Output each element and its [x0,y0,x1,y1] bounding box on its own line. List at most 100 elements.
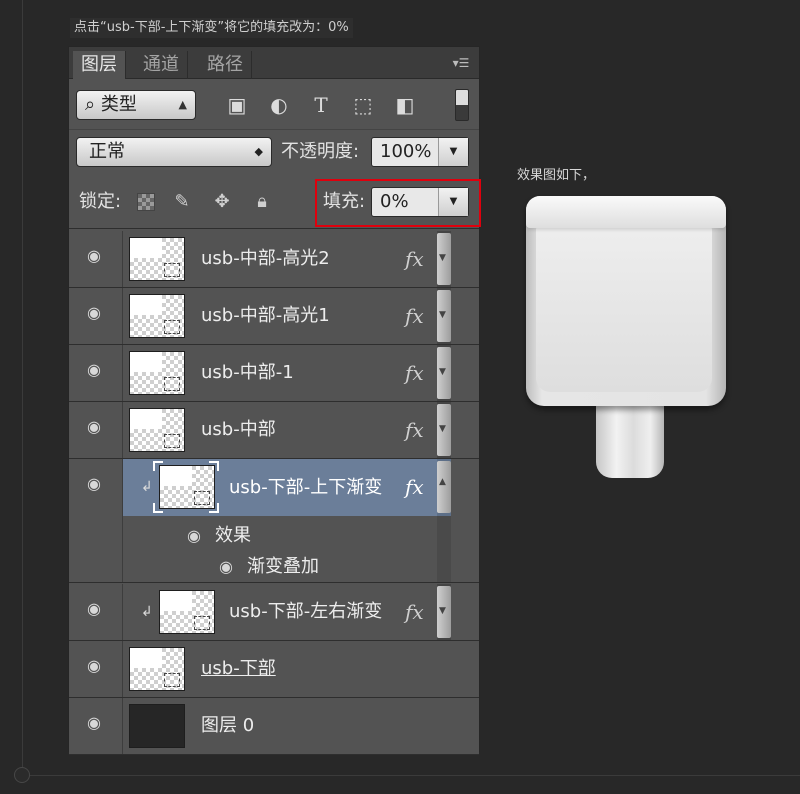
selection-corner [209,503,219,513]
fx-icon[interactable]: fx [405,459,424,516]
selection-corner [209,461,219,471]
layer-row[interactable]: ◉ usb-中部-高光2 fx ▼ [69,231,479,288]
opacity-label: 不透明度: [281,141,360,162]
shape-filter-icon[interactable]: ⬚ [351,92,375,118]
layer-thumbnail [129,294,185,338]
fx-icon[interactable]: fx [405,231,424,287]
layer-row[interactable]: ◉ 图层 0 [69,698,479,755]
eye-icon[interactable]: ◉ [83,362,105,378]
visibility-cell[interactable]: ◉ [69,698,123,754]
lock-transparency-icon[interactable] [137,193,155,211]
opacity-field[interactable]: 100% ▼ [371,137,469,167]
scroll-button[interactable]: ▼ [437,404,451,456]
scroll-button[interactable]: ▼ [437,233,451,285]
image-filter-icon[interactable]: ▣ [225,92,249,118]
tab-layers[interactable]: 图层 [73,51,126,79]
effects-group-row[interactable]: ◉ 效果 [123,519,479,553]
lock-row: 锁定: ✎ ✥ 🔒︎ 填充: 0% ▼ [69,175,481,229]
lock-label: 锁定: [79,191,122,212]
move-lock-icon[interactable]: ✥ [211,191,233,213]
chevron-down-icon: ▼ [439,424,446,434]
layer-name: usb-下部-左右渐变 [229,601,383,622]
eye-icon[interactable]: ◉ [215,559,237,575]
eye-icon[interactable]: ◉ [183,528,205,544]
visibility-cell[interactable]: ◉ [69,288,123,344]
filter-kind-label: 类型 [100,94,137,115]
smart-object-filter-icon[interactable]: ◧ [393,92,417,118]
chevron-down-icon[interactable]: ▼ [438,138,468,166]
layer-filter-row: ⌕ 类型 ▲ ▣ ◐ T ⬚ ◧ [69,80,479,130]
brush-lock-icon[interactable]: ✎ [171,191,193,213]
guide-dot [14,767,30,783]
visibility-cell[interactable]: ◉ [69,584,123,640]
visibility-cell[interactable]: ◉ [69,345,123,401]
eye-icon[interactable]: ◉ [83,601,105,617]
chevron-down-icon: ▼ [439,367,446,377]
eye-icon[interactable]: ◉ [83,476,105,492]
fx-icon[interactable]: fx [405,288,424,344]
blend-mode-select[interactable]: 正常 ◆ [76,137,272,167]
layer-row[interactable]: ◉ ↲ usb-下部-左右渐变 fx ▼ [69,584,479,641]
layer-thumbnail [159,465,215,509]
scroll-button[interactable]: ▼ [437,290,451,342]
effects-label: 效果 [215,525,251,546]
layer-row-selected[interactable]: ◉ ↲ usb-下部-上下渐变 fx ▲ ◉ 效果 ◉ 渐变叠加 [69,459,479,583]
chevron-updown-icon: ▲ [178,98,187,111]
eye-icon[interactable]: ◉ [83,248,105,264]
layer-thumbnail [129,351,185,395]
layer-name: usb-中部-高光2 [201,248,330,269]
tab-channels[interactable]: 通道 [135,51,188,79]
fx-icon[interactable]: fx [405,345,424,401]
layers-panel: 图层 通道 路径 ▾☰ ⌕ 类型 ▲ ▣ ◐ T ⬚ ◧ 正常 ◆ 不透明度: … [68,46,481,755]
layer-row[interactable]: ◉ usb-中部-1 fx ▼ [69,345,479,402]
blend-row: 正常 ◆ 不透明度: 100% ▼ [69,131,479,175]
layer-thumbnail [129,408,185,452]
layer-thumbnail [129,704,185,748]
layer-name: usb-中部 [201,419,276,440]
layer-row[interactable]: ◉ usb-中部 fx ▼ [69,402,479,459]
lock-all-icon[interactable]: 🔒︎ [251,191,273,213]
search-icon: ⌕ [85,94,96,115]
usb-top [526,196,726,228]
layer-row[interactable]: ◉ usb-下部 [69,641,479,698]
eye-icon[interactable]: ◉ [83,715,105,731]
usb-illustration [524,194,728,484]
layers-list: ◉ usb-中部-高光2 fx ▼ ◉ usb-中部-高光1 fx ▼ ◉ us… [69,231,479,755]
clipping-arrow-icon: ↲ [141,479,153,495]
visibility-cell[interactable]: ◉ [69,231,123,287]
chevron-updown-icon: ◆ [254,145,263,158]
guide-line-horizontal [22,775,800,776]
type-filter-icon[interactable]: T [309,92,333,118]
eye-icon[interactable]: ◉ [83,419,105,435]
instruction-caption: 点击“usb-下部-上下渐变”将它的填充改为：0% [70,18,353,38]
filter-toggle-switch[interactable] [455,89,469,121]
adjustment-filter-icon[interactable]: ◐ [267,92,291,118]
layer-row[interactable]: ◉ usb-中部-高光1 fx ▼ [69,288,479,345]
usb-face [536,224,712,392]
fx-icon[interactable]: fx [405,584,424,640]
visibility-cell[interactable]: ◉ [69,402,123,458]
panel-tabs: 图层 通道 路径 ▾☰ [69,47,479,79]
eye-icon[interactable]: ◉ [83,305,105,321]
eye-icon[interactable]: ◉ [83,658,105,674]
tab-paths[interactable]: 路径 [199,51,252,79]
chevron-down-icon[interactable]: ▼ [438,188,468,216]
chevron-up-icon: ▲ [439,477,446,487]
visibility-cell[interactable]: ◉ [69,641,123,697]
selection-corner [153,503,163,513]
selection-corner [153,461,163,471]
scroll-button[interactable]: ▼ [437,347,451,399]
fx-icon[interactable]: fx [405,402,424,458]
chevron-down-icon: ▼ [439,310,446,320]
scroll-button[interactable]: ▼ [437,586,451,638]
gradient-overlay-label: 渐变叠加 [247,556,319,577]
panel-menu-icon[interactable]: ▾☰ [447,53,475,73]
layer-name: usb-中部-高光1 [201,305,330,326]
filter-kind-select[interactable]: ⌕ 类型 ▲ [76,90,196,120]
visibility-cell[interactable]: ◉ [69,459,123,582]
layer-name: usb-下部-上下渐变 [229,477,383,498]
blend-mode-value: 正常 [89,141,125,162]
effect-item-row[interactable]: ◉ 渐变叠加 [123,550,479,584]
scroll-button[interactable]: ▲ [437,461,451,513]
fill-field[interactable]: 0% ▼ [371,187,469,217]
